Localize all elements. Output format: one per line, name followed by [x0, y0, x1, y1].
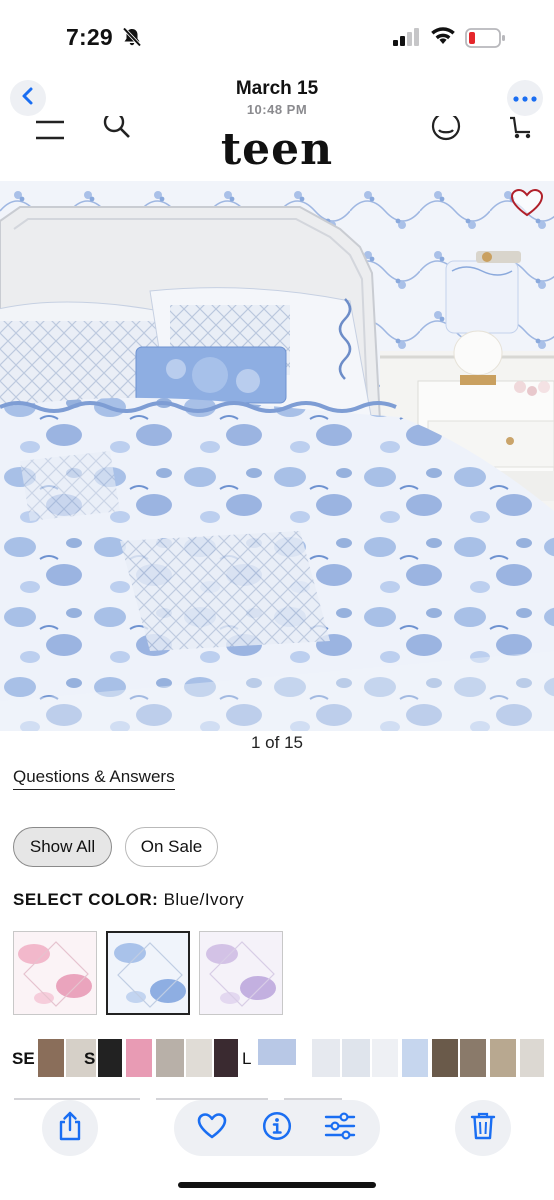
share-icon	[56, 1111, 84, 1146]
adjust-button[interactable]	[324, 1111, 356, 1145]
more-button[interactable]	[507, 80, 543, 116]
select-color-row: SELECT COLOR: Blue/Ivory	[13, 890, 244, 910]
brand-logo[interactable]: teen	[0, 124, 554, 175]
thumbnail[interactable]	[38, 1039, 64, 1077]
thumbnail[interactable]	[520, 1039, 544, 1077]
thumbnail[interactable]	[156, 1039, 184, 1077]
site-header: teen	[0, 116, 554, 180]
favorite-button[interactable]	[196, 1112, 228, 1144]
strip-divider	[0, 1087, 554, 1100]
swatch-lavender[interactable]	[199, 931, 283, 1015]
home-indicator[interactable]	[178, 1182, 376, 1188]
thumbnail[interactable]	[402, 1039, 428, 1077]
battery-low-icon	[465, 28, 507, 53]
photo-time: 10:48 PM	[246, 102, 308, 117]
select-color-label: SELECT COLOR:	[13, 890, 159, 909]
bell-slash-icon	[121, 27, 143, 52]
thumbnail[interactable]	[490, 1039, 516, 1077]
favorite-heart-icon[interactable]	[510, 188, 544, 223]
thumbnail[interactable]	[186, 1039, 212, 1077]
strip-text-s: S	[84, 1049, 96, 1068]
adjust-icon	[324, 1111, 356, 1145]
thumbnail[interactable]	[214, 1039, 238, 1077]
strip-text-l: L	[242, 1049, 252, 1068]
thumbnail[interactable]	[126, 1039, 152, 1077]
thumbnail[interactable]	[258, 1039, 296, 1065]
strip-text-se: SE	[12, 1049, 35, 1068]
thumbnail[interactable]	[460, 1039, 486, 1077]
thumbnail[interactable]	[342, 1039, 370, 1077]
bottom-toolbar	[0, 1100, 554, 1160]
thumbnail[interactable]	[98, 1039, 122, 1077]
thumbnail[interactable]	[432, 1039, 458, 1077]
toolbar-action-group	[174, 1100, 380, 1156]
swatch-blue[interactable]	[106, 931, 190, 1015]
questions-answers-link[interactable]: Questions & Answers	[13, 767, 175, 790]
info-icon	[262, 1111, 292, 1146]
filter-on-sale[interactable]: On Sale	[125, 827, 218, 867]
wifi-icon	[430, 26, 456, 51]
cellular-signal-icon	[393, 28, 421, 51]
product-image[interactable]	[0, 181, 554, 731]
photo-thumbnail-strip[interactable]: SE S L	[0, 1037, 554, 1081]
cart-icon[interactable]	[508, 116, 534, 149]
image-counter: 1 of 15	[251, 733, 303, 752]
heart-icon	[197, 1112, 227, 1145]
select-color-value: Blue/Ivory	[163, 890, 245, 909]
photo-date: March 15	[235, 78, 319, 99]
info-button[interactable]	[261, 1111, 293, 1146]
share-button[interactable]	[42, 1100, 98, 1156]
thumbnail[interactable]	[372, 1039, 398, 1077]
account-icon[interactable]	[431, 116, 461, 149]
swatch-pink[interactable]	[13, 931, 97, 1015]
status-time: 7:29	[66, 24, 113, 50]
filter-show-all[interactable]: Show All	[13, 827, 112, 867]
thumbnail[interactable]	[312, 1039, 340, 1077]
ellipsis-icon	[513, 89, 537, 107]
delete-button[interactable]	[455, 1100, 511, 1156]
trash-icon	[470, 1111, 496, 1146]
status-bar: 7:29	[0, 0, 554, 70]
